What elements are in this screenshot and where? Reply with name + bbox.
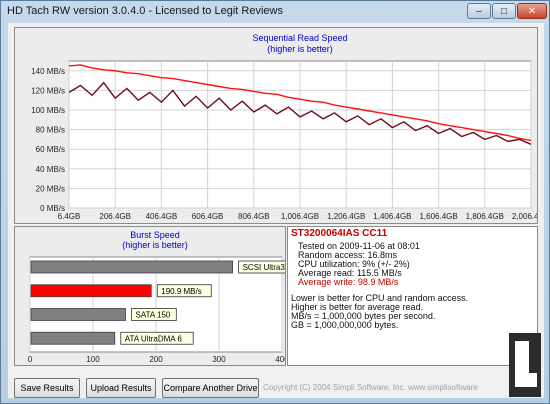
burst-bar bbox=[30, 284, 152, 298]
burst-bar bbox=[30, 331, 116, 345]
burst-bar bbox=[30, 308, 126, 321]
read-chart-subtitle: (higher is better) bbox=[267, 44, 333, 54]
logo-mark-icon bbox=[515, 341, 537, 387]
read-x-tick-label: 2,006.4GB bbox=[512, 212, 537, 221]
burst-bar-label: 190.9 MB/s bbox=[161, 287, 201, 296]
read-x-tick-label: 206.4GB bbox=[99, 212, 131, 221]
burst-x-tick-label: 100 bbox=[86, 355, 100, 364]
read-y-tick-label: 60 MB/s bbox=[36, 145, 65, 154]
drive-model: ST3200064IAS CC11 bbox=[291, 228, 388, 239]
read-y-tick-label: 40 MB/s bbox=[36, 165, 65, 174]
read-y-tick-label: 80 MB/s bbox=[36, 126, 65, 135]
window-title: HD Tach RW version 3.0.4.0 - Licensed to… bbox=[7, 5, 283, 17]
maximize-button[interactable]: □ bbox=[492, 3, 516, 19]
burst-chart-subtitle: (higher is better) bbox=[122, 240, 188, 250]
burst-chart: SCSI Ultra320 190.9 MB/s SATA 150 ATA Ultra… bbox=[28, 230, 285, 364]
read-x-tick-label: 6.4GB bbox=[58, 212, 81, 221]
note-gb: GB = 1,000,000,000 bytes. bbox=[291, 320, 399, 330]
save-results-button[interactable]: Save Results bbox=[14, 378, 80, 398]
read-x-tick-label: 1,206.4GB bbox=[327, 212, 365, 221]
read-chart: 0 MB/s20 MB/s40 MB/s60 MB/s80 MB/s100 MB… bbox=[31, 33, 537, 221]
read-x-tick-label: 806.4GB bbox=[238, 212, 270, 221]
burst-x-tick-label: 300 bbox=[212, 355, 226, 364]
burst-chart-panel: SCSI Ultra320 190.9 MB/s SATA 150 ATA Ultra… bbox=[14, 226, 286, 366]
minimize-button[interactable]: – bbox=[467, 3, 491, 19]
read-y-tick-label: 100 MB/s bbox=[31, 106, 65, 115]
read-y-tick-label: 120 MB/s bbox=[31, 86, 65, 95]
read-x-tick-label: 1,806.4GB bbox=[466, 212, 504, 221]
read-x-tick-label: 406.4GB bbox=[146, 212, 178, 221]
burst-bar-label: SCSI Ultra320 bbox=[243, 263, 285, 272]
burst-x-tick-label: 0 bbox=[28, 355, 33, 364]
app-window: HD Tach RW version 3.0.4.0 - Licensed to… bbox=[0, 0, 550, 404]
title-bar[interactable]: HD Tach RW version 3.0.4.0 - Licensed to… bbox=[1, 1, 549, 23]
upload-results-button[interactable]: Upload Results bbox=[86, 378, 156, 398]
read-x-tick-label: 1,006.4GB bbox=[281, 212, 319, 221]
compare-drive-button[interactable]: Compare Another Drive bbox=[162, 378, 259, 398]
burst-bar bbox=[30, 260, 234, 274]
read-y-tick-label: 20 MB/s bbox=[36, 184, 65, 193]
burst-bar-label: ATA UltraDMA 6 bbox=[125, 334, 183, 343]
close-button[interactable]: ✕ bbox=[517, 3, 547, 19]
average-write: Average write: 98.9 MB/s bbox=[298, 277, 399, 287]
read-x-tick-label: 1,606.4GB bbox=[419, 212, 457, 221]
burst-chart-title: Burst Speed bbox=[130, 230, 180, 240]
read-chart-panel: 0 MB/s 20 MB/s 40 MB/s 60 MB/s 80 MB/s 100 MB… bbox=[14, 27, 538, 224]
read-x-tick-label: 606.4GB bbox=[192, 212, 224, 221]
client-area: 0 MB/s 20 MB/s 40 MB/s 60 MB/s 80 MB/s 100 MB… bbox=[8, 23, 544, 398]
burst-x-tick-label: 200 bbox=[149, 355, 163, 364]
burst-bar-label: SATA 150 bbox=[136, 311, 171, 320]
site-logo bbox=[509, 333, 541, 397]
copyright-text: Copyright (C) 2004 Simpli Software, Inc.… bbox=[263, 383, 478, 392]
results-info-panel: ST3200064IAS CC11 Tested on 2009-11-06 a… bbox=[287, 226, 538, 366]
read-x-tick-label: 1,406.4GB bbox=[373, 212, 411, 221]
burst-x-tick-label: 400 bbox=[275, 355, 285, 364]
read-y-tick-label: 140 MB/s bbox=[31, 67, 65, 76]
read-chart-title: Sequential Read Speed bbox=[252, 33, 347, 43]
